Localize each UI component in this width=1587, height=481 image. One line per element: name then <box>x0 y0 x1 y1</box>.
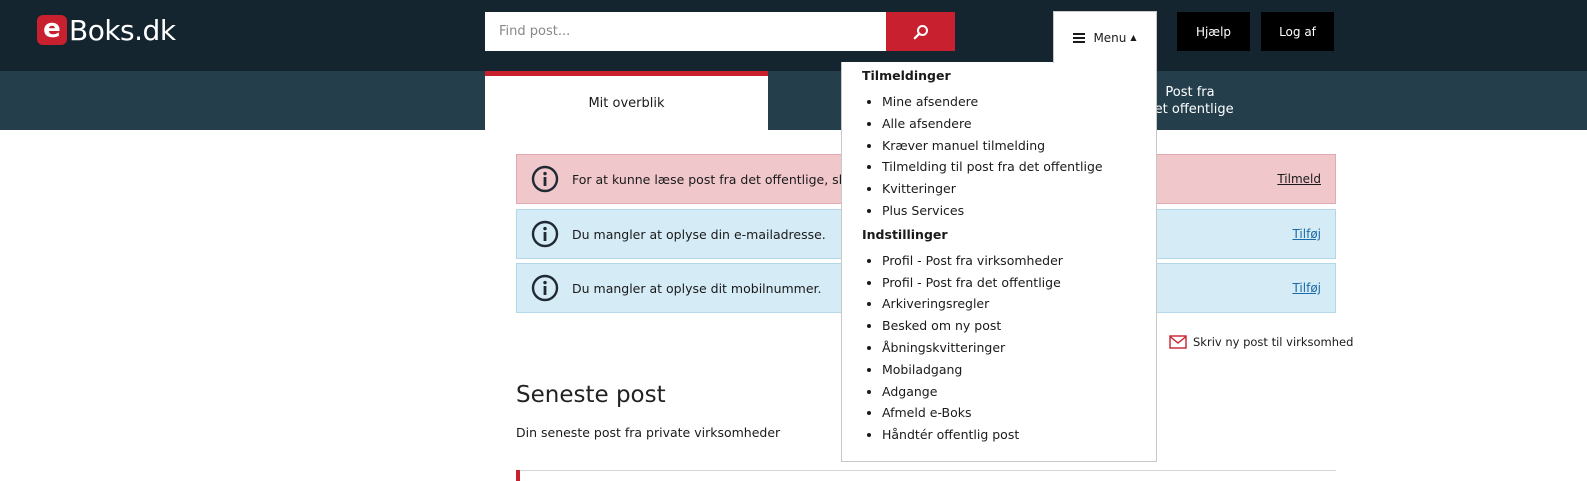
menu-item-archive-rules[interactable]: Arkiveringsregler <box>882 294 1156 316</box>
menu-list-settings: Profil - Post fra virksomheder Profil - … <box>862 251 1156 447</box>
menu-heading-settings: Indstillinger <box>862 226 948 242</box>
info-icon <box>531 165 559 193</box>
menu-item-profile-public[interactable]: Profil - Post fra det offentlige <box>882 273 1156 295</box>
add-mobile-link[interactable]: Tilføj <box>1292 281 1321 295</box>
caret-up-icon: ▲ <box>1130 33 1137 42</box>
menu-dropdown: Tilmeldinger Mine afsendere Alle afsende… <box>841 62 1157 462</box>
menu-button[interactable]: Menu ▲ <box>1053 11 1157 63</box>
menu-item-access[interactable]: Adgange <box>882 382 1156 404</box>
info-icon <box>531 220 559 248</box>
search-button[interactable] <box>886 12 955 51</box>
menu-item-public-signup[interactable]: Tilmelding til post fra det offentlige <box>882 157 1156 179</box>
eboks-logo[interactable]: e Boks.dk <box>37 13 176 47</box>
hamburger-icon <box>1073 32 1086 43</box>
menu-item-plus-services[interactable]: Plus Services <box>882 201 1156 223</box>
help-button[interactable]: Hjælp <box>1177 12 1250 51</box>
menu-item-receipts[interactable]: Kvitteringer <box>882 179 1156 201</box>
compose-label: Skriv ny post til virksomhed <box>1193 335 1354 349</box>
nav-bar <box>0 71 1587 130</box>
menu-item-profile-companies[interactable]: Profil - Post fra virksomheder <box>882 251 1156 273</box>
info-icon <box>531 274 559 302</box>
menu-heading-signups: Tilmeldinger <box>862 68 951 83</box>
logout-button[interactable]: Log af <box>1261 12 1334 51</box>
menu-item-my-senders[interactable]: Mine afsendere <box>882 92 1156 114</box>
logo-wordmark: Boks.dk <box>69 13 176 47</box>
envelope-icon <box>1169 335 1187 349</box>
mail-list-divider <box>516 470 1336 471</box>
search-bar <box>485 12 955 51</box>
menu-item-unsubscribe[interactable]: Afmeld e-Boks <box>882 403 1156 425</box>
latest-mail-subtitle: Din seneste post fra private virksomhede… <box>516 425 781 440</box>
menu-item-manage-public[interactable]: Håndtér offentlig post <box>882 425 1156 447</box>
tab-overview[interactable]: Mit overblik <box>485 71 768 130</box>
logo-e-mark: e <box>37 15 67 45</box>
latest-mail-title: Seneste post <box>516 382 666 408</box>
menu-item-new-mail-notice[interactable]: Besked om ny post <box>882 316 1156 338</box>
add-email-link[interactable]: Tilføj <box>1292 227 1321 241</box>
menu-list-signups: Mine afsendere Alle afsendere Kræver man… <box>862 92 1156 223</box>
search-input[interactable] <box>485 12 886 51</box>
compose-to-company-link[interactable]: Skriv ny post til virksomhed <box>1169 335 1353 349</box>
menu-item-mobile-access[interactable]: Mobiladgang <box>882 360 1156 382</box>
menu-item-open-receipts[interactable]: Åbningskvitteringer <box>882 338 1156 360</box>
signup-link[interactable]: Tilmeld <box>1277 172 1321 186</box>
mail-list-unread-marker <box>516 470 520 481</box>
menu-button-label: Menu <box>1093 30 1127 45</box>
menu-item-manual-signup[interactable]: Kræver manuel tilmelding <box>882 136 1156 158</box>
search-icon <box>913 24 928 39</box>
menu-item-all-senders[interactable]: Alle afsendere <box>882 114 1156 136</box>
